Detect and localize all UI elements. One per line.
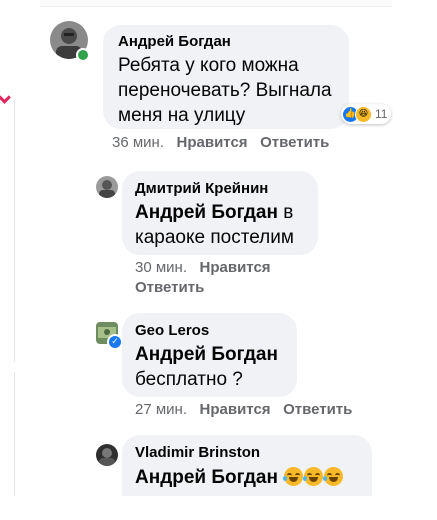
comment-time[interactable]: 27 мин. [135, 401, 187, 418]
like-button[interactable]: Нравится [200, 259, 271, 276]
mention-link[interactable]: Андрей Богдан [135, 202, 278, 223]
reactions-summary[interactable]: 👍 😆 11 [341, 104, 392, 124]
mention-link[interactable]: Андрей Богдан [135, 344, 278, 365]
reply-button[interactable]: Ответить [260, 134, 329, 151]
comment-author[interactable]: Geo Leros [135, 322, 209, 339]
comment-body: бесплатно ? [135, 369, 243, 390]
reply-button[interactable]: Ответить [135, 279, 204, 296]
comment-meta-row2: Ответить [135, 279, 204, 296]
comment-author[interactable]: Дмитрий Крейнин [135, 180, 268, 197]
comment-text: Андрей Богдан бесплатно ? [135, 342, 295, 392]
avatar-dmitriy[interactable] [96, 176, 118, 198]
online-status-icon [76, 48, 90, 62]
comment-text: Андрей Богдан в караоке постелим [135, 200, 311, 250]
left-panel-divider [14, 100, 15, 362]
like-button[interactable]: Нравится [177, 134, 248, 151]
mention-link[interactable]: Андрей Богдан [135, 467, 278, 488]
laughing-tears-emoji-icon [323, 467, 344, 486]
comment-meta: 36 мин. Нравится Ответить [112, 134, 329, 151]
previous-post-edge [40, 0, 392, 7]
laughing-tears-emoji-icon [283, 467, 304, 486]
haha-reaction-icon: 😆 [355, 105, 372, 123]
verified-badge-icon: ✓ [107, 334, 123, 350]
red-arrow-mark [0, 91, 11, 104]
reaction-count: 11 [375, 107, 388, 121]
like-button[interactable]: Нравится [200, 401, 271, 418]
comment-author[interactable]: Vladimir Brinston [135, 444, 260, 461]
comment-time[interactable]: 36 мин. [112, 134, 164, 151]
comment-text: Андрей Богдан [135, 465, 370, 490]
reply-button[interactable]: Ответить [283, 401, 352, 418]
laughing-tears-emoji-icon [303, 467, 324, 486]
comment-author[interactable]: Андрей Богдан [118, 33, 231, 50]
avatar-vladimir[interactable] [96, 444, 118, 466]
comment-time[interactable]: 30 мин. [135, 259, 187, 276]
comment-meta: 27 мин. Нравится Ответить [135, 401, 352, 418]
comment-meta: 30 мин. Нравится [135, 259, 271, 276]
comment-text: Ребята у кого можна переночевать? Выгнал… [118, 55, 332, 126]
bottom-fade [0, 496, 437, 520]
